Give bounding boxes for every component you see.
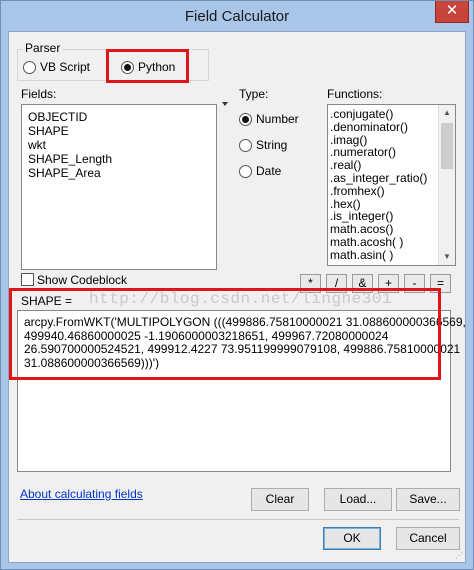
separator-line (17, 519, 459, 520)
function-item[interactable]: .fromhex() (328, 184, 455, 198)
about-calculating-fields-link[interactable]: About calculating fields (20, 487, 143, 501)
functions-label: Functions: (327, 87, 383, 101)
radio-selected-icon (239, 112, 252, 126)
close-icon[interactable]: ✕ (435, 1, 469, 23)
title-bar[interactable]: Field Calculator ✕ (1, 1, 473, 31)
radio-icon (239, 164, 252, 178)
functions-scrollbar[interactable]: ▲ ▼ (438, 105, 455, 265)
type-number-label: Number (256, 112, 299, 126)
field-item[interactable]: wkt (22, 138, 216, 152)
parser-label: Parser (23, 41, 63, 55)
field-item[interactable]: SHAPE (22, 124, 216, 138)
scroll-up-icon[interactable]: ▲ (439, 105, 455, 121)
scroll-thumb[interactable] (441, 123, 453, 169)
type-date-label: Date (256, 164, 282, 178)
parser-vbscript-radio[interactable]: VB Script (23, 60, 90, 74)
type-string-radio[interactable]: String (239, 138, 287, 152)
type-label: Type: (239, 87, 269, 101)
dialog-body: Parser VB Script Python Fields: OBJECTID… (8, 31, 466, 563)
window-title: Field Calculator (184, 8, 290, 25)
field-item[interactable]: OBJECTID (22, 110, 216, 124)
fields-label: Fields: (21, 87, 57, 101)
radio-icon (23, 60, 36, 74)
type-string-label: String (256, 138, 288, 152)
type-date-radio[interactable]: Date (239, 164, 281, 178)
show-codeblock-label: Show Codeblock (37, 273, 128, 287)
field-calculator-window: Field Calculator ✕ Parser VB Script Pyth… (0, 0, 474, 570)
fields-sort-icon[interactable] (222, 102, 228, 106)
function-item[interactable]: .as_integer_ratio() (328, 172, 455, 185)
parser-vbscript-label: VB Script (40, 60, 91, 74)
save-button[interactable]: Save... (396, 488, 460, 511)
field-item[interactable]: SHAPE_Area (22, 166, 216, 180)
resize-grip-icon[interactable]: ⋰ (455, 551, 463, 560)
python-highlight-box (106, 49, 189, 83)
function-item[interactable]: .conjugate() (328, 108, 455, 121)
scroll-down-icon[interactable]: ▼ (439, 249, 455, 265)
ok-button[interactable]: OK (323, 527, 381, 550)
type-number-radio[interactable]: Number (239, 112, 299, 126)
function-item[interactable]: .denominator() (328, 120, 455, 134)
function-item[interactable]: math.acosh( ) (328, 236, 455, 249)
functions-list[interactable]: .conjugate() .denominator() .imag() .num… (327, 104, 456, 266)
clear-button[interactable]: Clear (251, 488, 309, 511)
expression-highlight-box (9, 288, 441, 380)
fields-list[interactable]: OBJECTID SHAPE wkt SHAPE_Length SHAPE_Ar… (21, 104, 217, 270)
function-item[interactable]: math.asin( ) (328, 248, 455, 262)
radio-icon (239, 138, 252, 152)
cancel-button[interactable]: Cancel (396, 527, 460, 550)
field-item[interactable]: SHAPE_Length (22, 152, 216, 166)
load-button[interactable]: Load... (324, 488, 392, 511)
show-codeblock-checkbox[interactable] (21, 273, 34, 286)
